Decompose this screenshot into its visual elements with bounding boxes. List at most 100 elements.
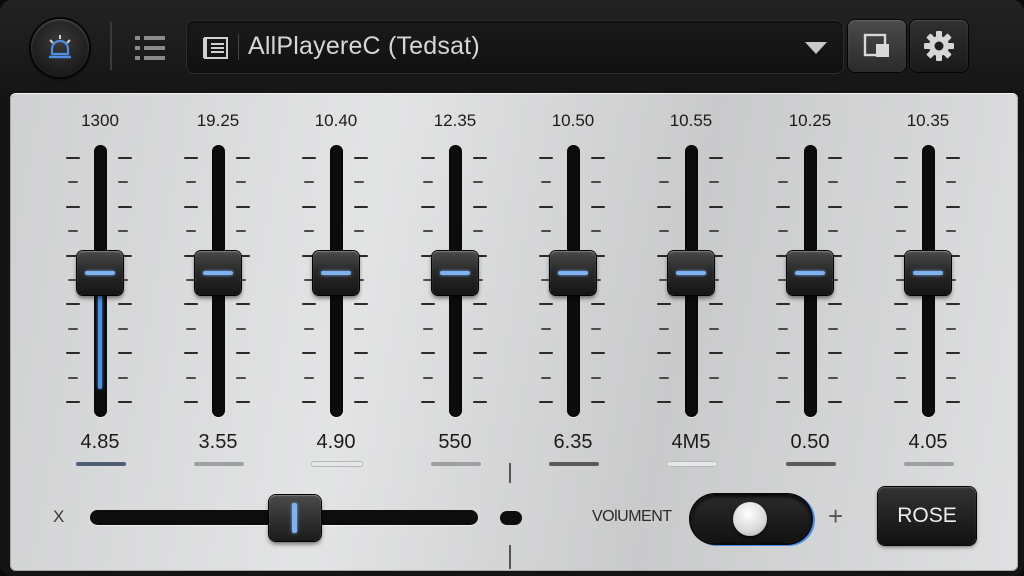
scale-tick xyxy=(354,327,364,330)
scale-tick xyxy=(236,401,250,403)
top-bar: AllPlayereC (Tedsat) xyxy=(0,0,1024,92)
center-mark-top xyxy=(509,463,511,483)
scale-tick xyxy=(421,401,435,403)
scale-tick xyxy=(591,205,605,208)
band-slider-handle[interactable] xyxy=(668,251,714,295)
scale-tick xyxy=(778,230,788,233)
list-button[interactable] xyxy=(128,28,172,68)
scale-tick xyxy=(591,352,605,355)
band-frequency: 10.55 xyxy=(669,111,713,130)
band-gain-value: 4.85 xyxy=(80,431,120,453)
band-frequency: 10.25 xyxy=(788,111,832,130)
scale-tick xyxy=(473,157,487,159)
scale-tick xyxy=(828,157,842,159)
scale-tick xyxy=(68,327,78,330)
scale-tick xyxy=(304,181,314,184)
band-slider-handle[interactable] xyxy=(905,251,951,295)
band-slider-handle[interactable] xyxy=(77,251,123,295)
scale-tick xyxy=(186,327,196,330)
scale-tick xyxy=(946,352,960,355)
scale-tick xyxy=(778,181,788,184)
scale-tick xyxy=(302,303,316,306)
scale-tick xyxy=(423,376,433,379)
balance-end-marker xyxy=(500,511,522,525)
scale-tick xyxy=(657,303,671,306)
scale-tick xyxy=(946,157,960,159)
band-level-fill xyxy=(98,295,102,389)
scale-tick xyxy=(946,303,960,306)
settings-button[interactable] xyxy=(910,20,968,72)
scale-tick xyxy=(473,352,487,355)
handle-indicator xyxy=(558,271,588,275)
scale-tick xyxy=(778,376,788,379)
scale-tick xyxy=(118,327,128,330)
scale-tick xyxy=(828,230,838,233)
handle-indicator xyxy=(440,271,470,275)
scale-tick xyxy=(236,303,250,306)
scale-tick xyxy=(776,205,790,208)
scale-tick xyxy=(423,181,433,184)
chevron-down-icon[interactable] xyxy=(804,40,828,56)
band-indicator-bar xyxy=(549,462,599,466)
scale-tick xyxy=(68,230,78,233)
band-gain-value: 4.05 xyxy=(908,431,948,453)
band-indicator-bar xyxy=(194,462,244,466)
preset-title: AllPlayereC (Tedsat) xyxy=(248,32,480,60)
scale-tick xyxy=(659,181,669,184)
scale-tick xyxy=(302,205,316,208)
scale-tick xyxy=(473,376,483,379)
scale-tick xyxy=(236,205,250,208)
home-button[interactable] xyxy=(31,19,89,77)
preset-selector[interactable]: AllPlayereC (Tedsat) xyxy=(186,20,844,74)
handle-indicator xyxy=(913,271,943,275)
band-indicator-bar xyxy=(667,462,717,466)
band-slider-handle[interactable] xyxy=(195,251,241,295)
band-indicator-bar xyxy=(431,462,481,466)
scale-tick xyxy=(236,376,246,379)
volume-toggle[interactable] xyxy=(691,495,811,543)
scale-tick xyxy=(894,303,908,306)
scale-tick xyxy=(421,205,435,208)
scale-tick xyxy=(828,327,838,330)
band-frequency: 12.35 xyxy=(433,111,477,130)
band-indicator-bar xyxy=(904,462,954,466)
scale-tick xyxy=(946,181,956,184)
app-window: AllPlayereC (Tedsat) 1300 4.85 19.25 3.5… xyxy=(0,0,1024,576)
scale-tick xyxy=(473,230,483,233)
eq-band: 10.25 0.50 xyxy=(750,93,870,473)
scale-tick xyxy=(539,205,553,208)
scale-tick xyxy=(354,303,368,306)
scale-tick xyxy=(473,327,483,330)
view-button[interactable] xyxy=(848,20,906,72)
band-slider-handle[interactable] xyxy=(787,251,833,295)
gear-icon xyxy=(924,31,954,61)
handle-indicator xyxy=(795,271,825,275)
band-slider-handle[interactable] xyxy=(550,251,596,295)
scale-tick xyxy=(304,376,314,379)
scale-tick xyxy=(894,401,908,403)
scale-tick xyxy=(591,157,605,159)
scale-tick xyxy=(541,376,551,379)
balance-slider-handle[interactable] xyxy=(269,495,322,541)
rose-button[interactable]: ROSE xyxy=(878,487,976,545)
toolbar-divider xyxy=(110,22,112,70)
scale-tick xyxy=(354,352,368,355)
scale-tick xyxy=(304,327,314,330)
handle-indicator xyxy=(676,271,706,275)
scale-tick xyxy=(657,401,671,403)
scale-tick xyxy=(236,327,246,330)
equalizer-panel: 1300 4.85 19.25 3.55 10.40 4.90 12.35 550 10.50 6… xyxy=(10,93,1018,571)
scale-tick xyxy=(541,230,551,233)
handle-indicator xyxy=(321,271,351,275)
plus-icon[interactable]: + xyxy=(828,501,843,532)
scale-tick xyxy=(539,303,553,306)
scale-tick xyxy=(709,181,719,184)
scale-tick xyxy=(657,352,671,355)
band-indicator-bar xyxy=(76,462,126,466)
band-slider-handle[interactable] xyxy=(313,251,359,295)
scale-tick xyxy=(709,376,719,379)
band-slider-handle[interactable] xyxy=(432,251,478,295)
scale-tick xyxy=(186,376,196,379)
scale-tick xyxy=(828,181,838,184)
scale-tick xyxy=(473,303,487,306)
